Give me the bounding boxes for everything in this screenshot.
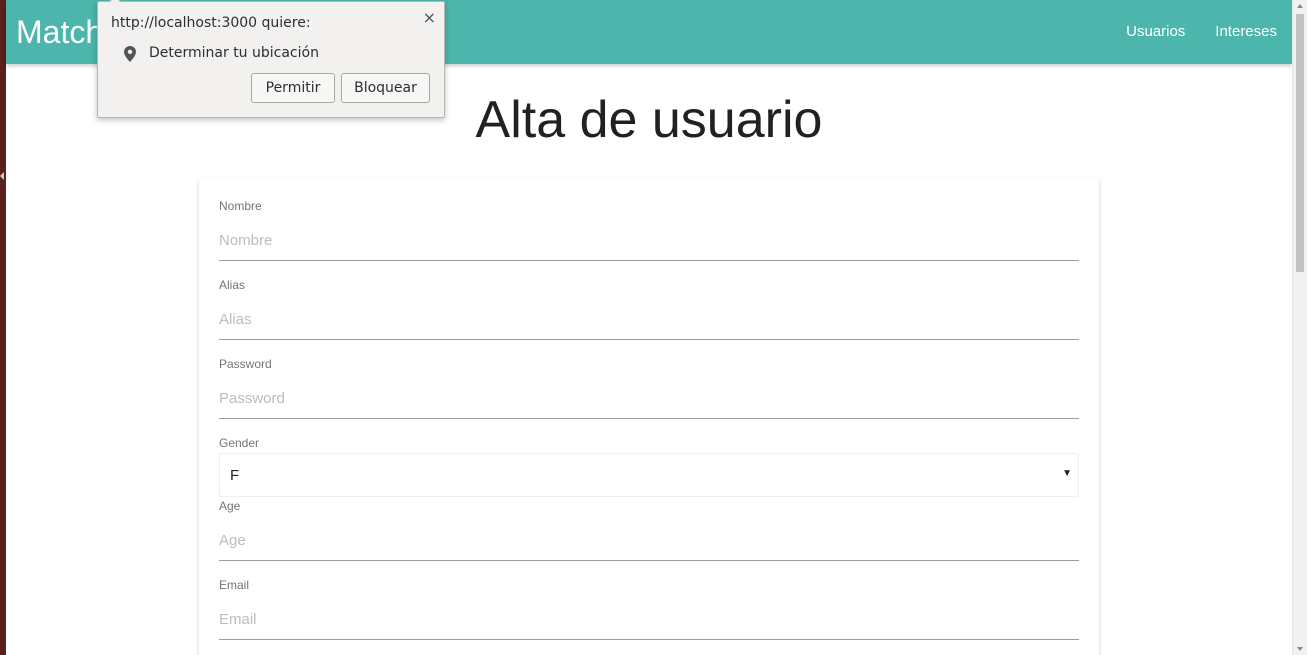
alias-input[interactable] — [219, 300, 1079, 340]
block-button[interactable]: Bloquear — [341, 73, 430, 103]
password-input[interactable] — [219, 379, 1079, 419]
user-form-card: Nombre Alias Password Gender F ▼ Age Ema… — [199, 178, 1099, 655]
location-pin-icon — [124, 46, 136, 62]
alias-label: Alias — [219, 278, 246, 292]
permission-text: Determinar tu ubicación — [149, 45, 319, 61]
gender-selected-value: F — [230, 467, 240, 484]
gender-select[interactable]: F ▼ — [219, 453, 1079, 497]
brand-logo[interactable]: Match — [16, 12, 103, 52]
close-icon[interactable]: × — [423, 8, 436, 27]
nav-link-intereses[interactable]: Intereses — [1200, 0, 1292, 64]
vertical-scrollbar[interactable] — [1292, 0, 1307, 655]
age-input[interactable] — [219, 521, 1079, 561]
scroll-thumb[interactable] — [1296, 14, 1304, 272]
scroll-up-arrow-icon[interactable] — [1297, 4, 1303, 8]
alias-field: Alias — [219, 278, 1079, 340]
age-field: Age — [219, 499, 1079, 561]
allow-button[interactable]: Permitir — [251, 73, 335, 103]
location-permission-popup: http://localhost:3000 quiere: × Determin… — [97, 0, 445, 118]
age-label: Age — [219, 499, 241, 513]
popup-notch-inner — [109, 0, 121, 3]
password-label: Password — [219, 357, 272, 371]
scroll-down-arrow-icon[interactable] — [1297, 647, 1303, 651]
email-field: Email — [219, 578, 1079, 640]
nombre-field: Nombre — [219, 199, 1079, 261]
email-label: Email — [219, 578, 250, 592]
collapse-arrow-icon[interactable] — [0, 172, 4, 180]
password-field: Password — [219, 357, 1079, 419]
nombre-input[interactable] — [219, 221, 1079, 261]
popup-title: http://localhost:3000 quiere: — [111, 15, 311, 31]
nav-links: Usuarios Intereses — [1111, 0, 1292, 64]
email-input[interactable] — [219, 600, 1079, 640]
gender-field: Gender F ▼ — [219, 436, 1079, 497]
nav-link-usuarios[interactable]: Usuarios — [1111, 0, 1200, 64]
chevron-down-icon: ▼ — [1062, 468, 1072, 479]
nombre-label: Nombre — [219, 199, 262, 213]
gender-label: Gender — [219, 436, 260, 450]
